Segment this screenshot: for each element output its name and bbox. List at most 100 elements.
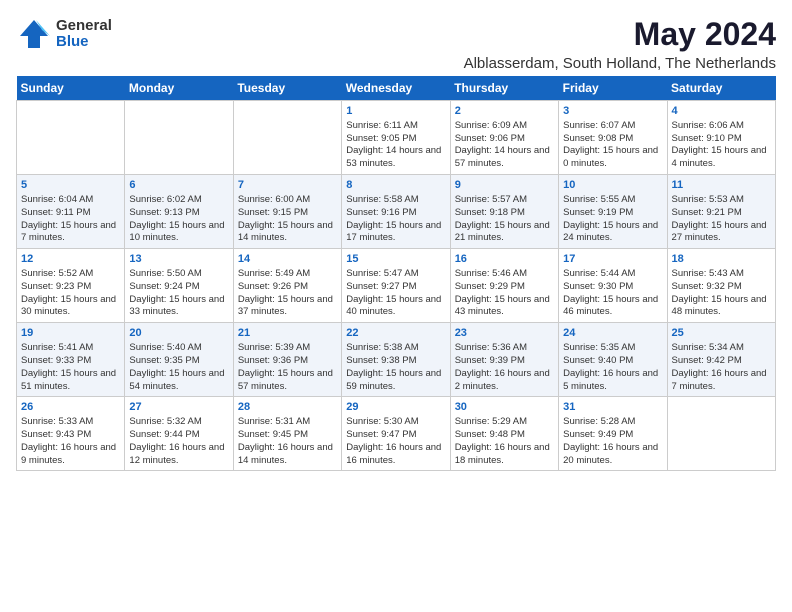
day-info: Sunset: 9:13 PM — [129, 207, 228, 220]
cell-w2-d1: 6Sunrise: 6:02 AMSunset: 9:13 PMDaylight… — [125, 175, 233, 249]
day-info: Sunset: 9:06 PM — [455, 133, 554, 146]
day-info: Sunrise: 5:57 AM — [455, 194, 554, 207]
day-info: Daylight: 15 hours and 43 minutes. — [455, 294, 554, 320]
cell-w1-d2 — [233, 101, 341, 175]
day-info: Daylight: 15 hours and 21 minutes. — [455, 220, 554, 246]
col-sunday: Sunday — [17, 76, 125, 101]
day-number: 10 — [563, 178, 662, 193]
day-info: Daylight: 15 hours and 48 minutes. — [672, 294, 771, 320]
day-info: Sunrise: 5:36 AM — [455, 342, 554, 355]
day-number: 1 — [346, 104, 445, 119]
day-info: Sunrise: 6:06 AM — [672, 120, 771, 133]
logo-text: General Blue — [56, 18, 112, 51]
day-number: 20 — [129, 326, 228, 341]
cell-w1-d5: 3Sunrise: 6:07 AMSunset: 9:08 PMDaylight… — [559, 101, 667, 175]
day-info: Sunset: 9:45 PM — [238, 429, 337, 442]
cell-w5-d6 — [667, 397, 775, 471]
cell-w1-d1 — [125, 101, 233, 175]
day-info: Sunrise: 5:53 AM — [672, 194, 771, 207]
day-info: Sunrise: 5:34 AM — [672, 342, 771, 355]
cell-w5-d3: 29Sunrise: 5:30 AMSunset: 9:47 PMDayligh… — [342, 397, 450, 471]
title-area: May 2024 Alblasserdam, South Holland, Th… — [464, 16, 776, 72]
day-info: Daylight: 16 hours and 14 minutes. — [238, 442, 337, 468]
calendar-table: Sunday Monday Tuesday Wednesday Thursday… — [16, 76, 776, 471]
day-number: 15 — [346, 252, 445, 267]
col-saturday: Saturday — [667, 76, 775, 101]
cell-w1-d6: 4Sunrise: 6:06 AMSunset: 9:10 PMDaylight… — [667, 101, 775, 175]
logo-icon — [16, 16, 52, 52]
day-info: Daylight: 15 hours and 30 minutes. — [21, 294, 120, 320]
day-number: 8 — [346, 178, 445, 193]
logo-general-text: General — [56, 18, 112, 35]
day-info: Sunset: 9:23 PM — [21, 281, 120, 294]
day-info: Daylight: 16 hours and 18 minutes. — [455, 442, 554, 468]
day-info: Sunset: 9:33 PM — [21, 355, 120, 368]
cell-w3-d2: 14Sunrise: 5:49 AMSunset: 9:26 PMDayligh… — [233, 249, 341, 323]
day-info: Sunset: 9:39 PM — [455, 355, 554, 368]
cell-w4-d3: 22Sunrise: 5:38 AMSunset: 9:38 PMDayligh… — [342, 323, 450, 397]
cell-w2-d3: 8Sunrise: 5:58 AMSunset: 9:16 PMDaylight… — [342, 175, 450, 249]
cell-w4-d0: 19Sunrise: 5:41 AMSunset: 9:33 PMDayligh… — [17, 323, 125, 397]
week-row-4: 19Sunrise: 5:41 AMSunset: 9:33 PMDayligh… — [17, 323, 776, 397]
col-wednesday: Wednesday — [342, 76, 450, 101]
day-info: Sunrise: 5:29 AM — [455, 416, 554, 429]
day-number: 16 — [455, 252, 554, 267]
day-info: Sunset: 9:40 PM — [563, 355, 662, 368]
day-info: Sunrise: 5:52 AM — [21, 268, 120, 281]
day-info: Sunrise: 5:44 AM — [563, 268, 662, 281]
day-number: 29 — [346, 400, 445, 415]
subtitle: Alblasserdam, South Holland, The Netherl… — [464, 55, 776, 72]
day-info: Sunset: 9:48 PM — [455, 429, 554, 442]
day-info: Sunrise: 5:40 AM — [129, 342, 228, 355]
day-number: 22 — [346, 326, 445, 341]
cell-w2-d2: 7Sunrise: 6:00 AMSunset: 9:15 PMDaylight… — [233, 175, 341, 249]
day-info: Sunset: 9:19 PM — [563, 207, 662, 220]
cell-w5-d2: 28Sunrise: 5:31 AMSunset: 9:45 PMDayligh… — [233, 397, 341, 471]
day-info: Daylight: 15 hours and 7 minutes. — [21, 220, 120, 246]
day-info: Sunset: 9:49 PM — [563, 429, 662, 442]
day-number: 11 — [672, 178, 771, 193]
cell-w1-d4: 2Sunrise: 6:09 AMSunset: 9:06 PMDaylight… — [450, 101, 558, 175]
day-info: Daylight: 16 hours and 5 minutes. — [563, 368, 662, 394]
day-info: Sunset: 9:32 PM — [672, 281, 771, 294]
day-info: Sunrise: 5:46 AM — [455, 268, 554, 281]
day-number: 4 — [672, 104, 771, 119]
day-info: Daylight: 14 hours and 53 minutes. — [346, 145, 445, 171]
day-info: Daylight: 15 hours and 46 minutes. — [563, 294, 662, 320]
day-info: Sunset: 9:43 PM — [21, 429, 120, 442]
day-info: Daylight: 15 hours and 37 minutes. — [238, 294, 337, 320]
cell-w5-d5: 31Sunrise: 5:28 AMSunset: 9:49 PMDayligh… — [559, 397, 667, 471]
week-row-5: 26Sunrise: 5:33 AMSunset: 9:43 PMDayligh… — [17, 397, 776, 471]
day-info: Sunrise: 6:02 AM — [129, 194, 228, 207]
day-info: Sunrise: 6:11 AM — [346, 120, 445, 133]
day-info: Daylight: 16 hours and 12 minutes. — [129, 442, 228, 468]
col-friday: Friday — [559, 76, 667, 101]
main-title: May 2024 — [464, 16, 776, 53]
day-info: Sunrise: 6:04 AM — [21, 194, 120, 207]
day-info: Sunset: 9:08 PM — [563, 133, 662, 146]
cell-w2-d0: 5Sunrise: 6:04 AMSunset: 9:11 PMDaylight… — [17, 175, 125, 249]
day-info: Daylight: 15 hours and 51 minutes. — [21, 368, 120, 394]
day-info: Sunset: 9:11 PM — [21, 207, 120, 220]
day-info: Daylight: 15 hours and 59 minutes. — [346, 368, 445, 394]
cell-w2-d4: 9Sunrise: 5:57 AMSunset: 9:18 PMDaylight… — [450, 175, 558, 249]
day-info: Daylight: 15 hours and 4 minutes. — [672, 145, 771, 171]
day-info: Sunrise: 5:55 AM — [563, 194, 662, 207]
day-info: Daylight: 16 hours and 9 minutes. — [21, 442, 120, 468]
day-info: Sunset: 9:36 PM — [238, 355, 337, 368]
day-info: Sunrise: 5:47 AM — [346, 268, 445, 281]
cell-w4-d1: 20Sunrise: 5:40 AMSunset: 9:35 PMDayligh… — [125, 323, 233, 397]
day-number: 27 — [129, 400, 228, 415]
day-info: Daylight: 15 hours and 33 minutes. — [129, 294, 228, 320]
day-info: Sunset: 9:42 PM — [672, 355, 771, 368]
day-info: Sunset: 9:05 PM — [346, 133, 445, 146]
calendar-page: General Blue May 2024 Alblasserdam, Sout… — [0, 0, 792, 612]
day-number: 24 — [563, 326, 662, 341]
day-info: Sunset: 9:38 PM — [346, 355, 445, 368]
cell-w3-d1: 13Sunrise: 5:50 AMSunset: 9:24 PMDayligh… — [125, 249, 233, 323]
day-number: 19 — [21, 326, 120, 341]
cell-w3-d4: 16Sunrise: 5:46 AMSunset: 9:29 PMDayligh… — [450, 249, 558, 323]
day-number: 14 — [238, 252, 337, 267]
day-info: Sunrise: 6:00 AM — [238, 194, 337, 207]
day-info: Sunrise: 5:32 AM — [129, 416, 228, 429]
